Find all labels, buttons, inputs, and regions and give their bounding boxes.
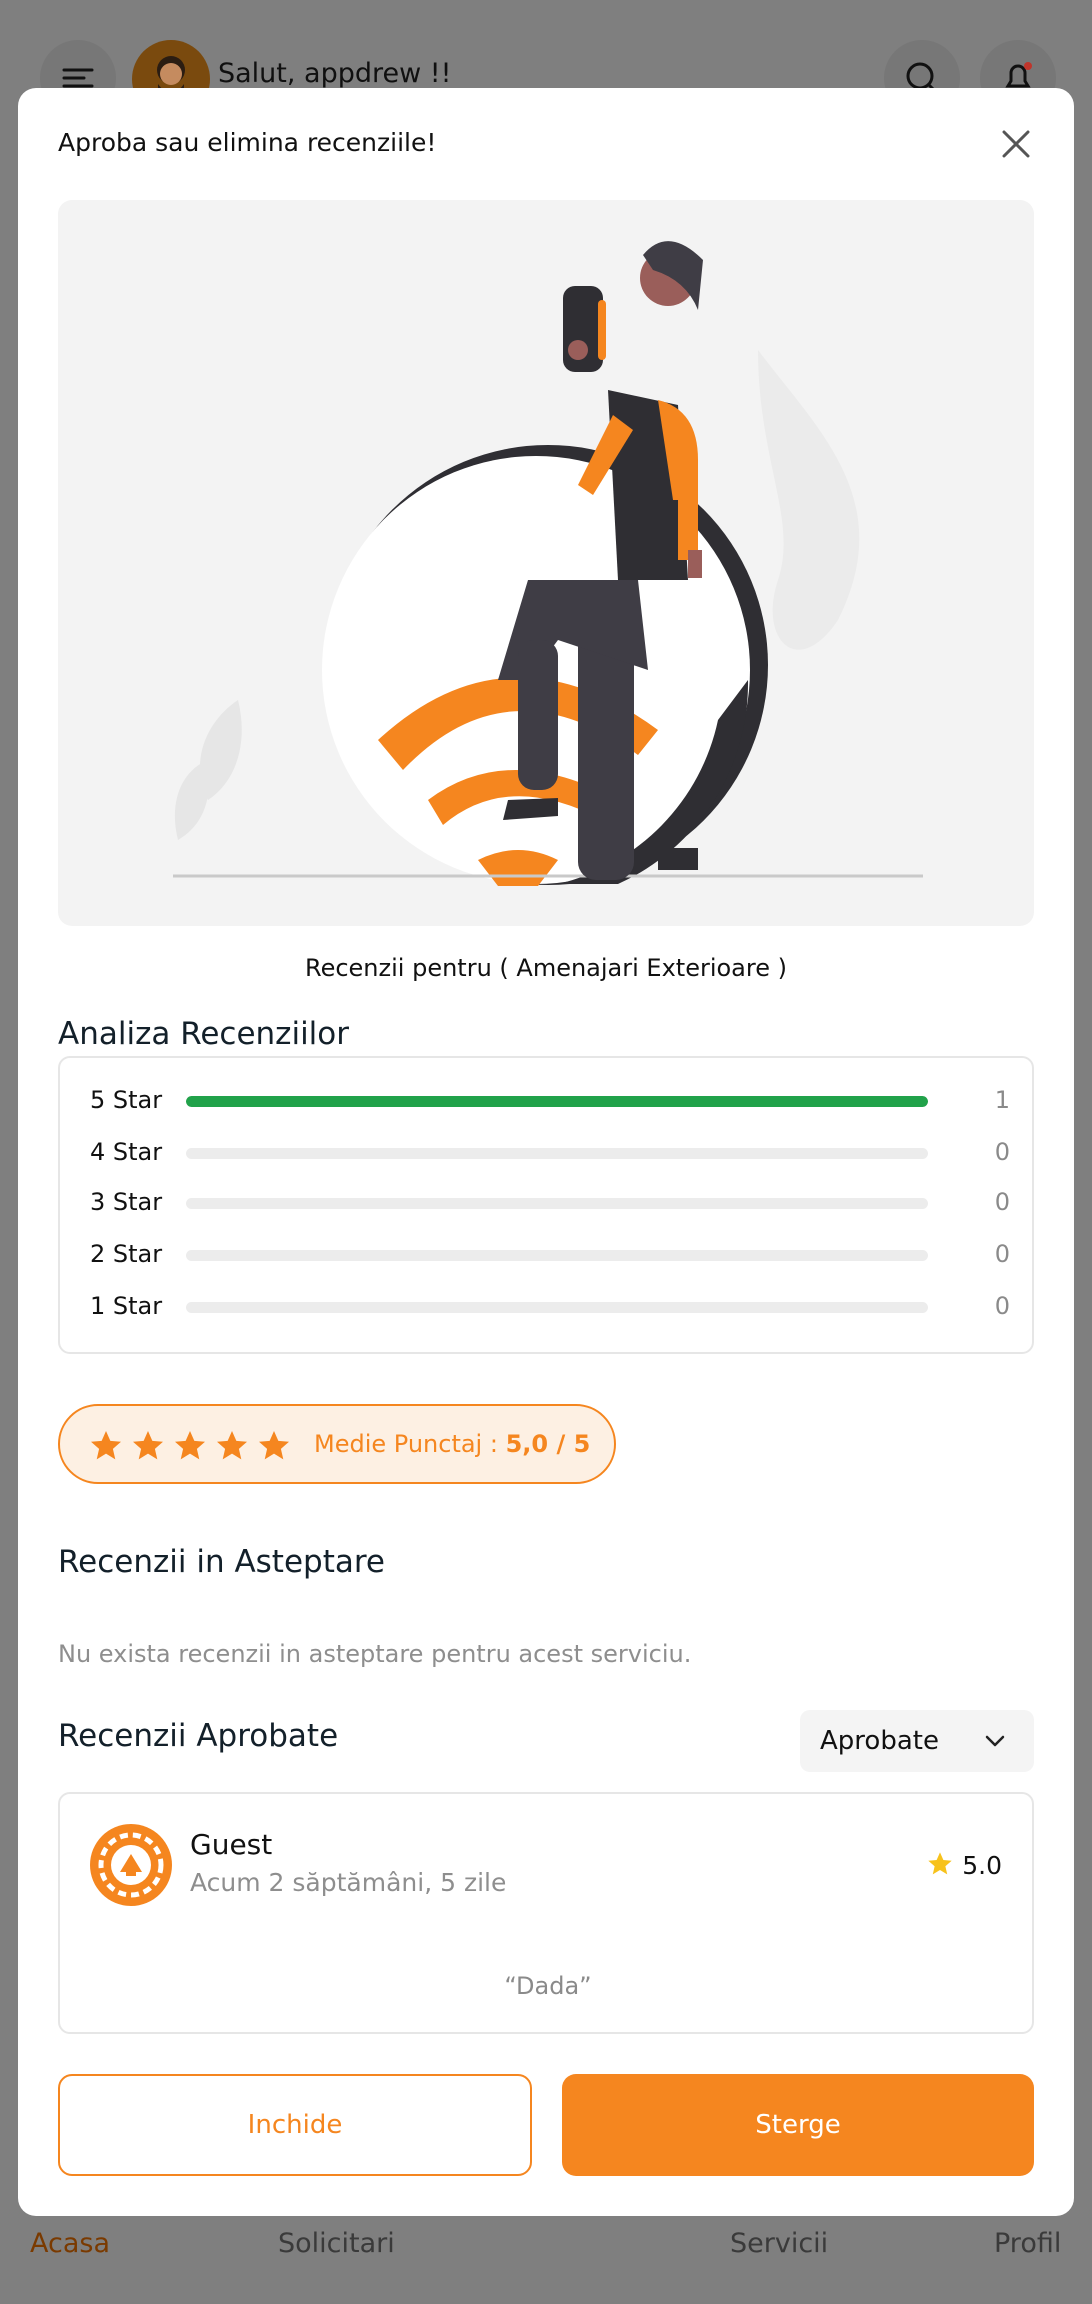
rating-count: 0 — [994, 1188, 1010, 1216]
rating-bar-track — [186, 1096, 928, 1107]
rating-row-3: 3 Star 0 — [90, 1182, 1010, 1222]
rating-count: 0 — [994, 1240, 1010, 1268]
nav-home[interactable]: Acasa — [30, 2228, 110, 2259]
delete-button[interactable]: Sterge — [562, 2074, 1034, 2176]
service-subtitle: Recenzii pentru ( Amenajari Exterioare ) — [304, 954, 787, 982]
pending-empty-text: Nu exista recenzii in asteptare pentru a… — [58, 1640, 692, 1668]
chevron-down-icon — [985, 1735, 1005, 1747]
pending-title: Recenzii in Asteptare — [58, 1544, 385, 1580]
reviews-illustration — [58, 200, 1034, 926]
rating-bar-track — [186, 1250, 928, 1261]
rating-bar-track — [186, 1198, 928, 1209]
close-button[interactable]: Inchide — [58, 2074, 532, 2176]
rating-bar-track — [186, 1302, 928, 1313]
nav-requests[interactable]: Solicitari — [278, 2228, 395, 2259]
rating-count: 1 — [994, 1086, 1010, 1114]
average-stars — [88, 1428, 298, 1468]
review-date: Acum 2 săptămâni, 5 zile — [190, 1868, 507, 1897]
reviewer-avatar — [90, 1824, 172, 1906]
star-icon — [175, 1431, 205, 1460]
nav-profile[interactable]: Profil — [994, 2228, 1061, 2259]
modal-title: Aproba sau elimina recenziile! — [58, 128, 437, 157]
rating-count: 0 — [994, 1138, 1010, 1166]
greeting-text: Salut, appdrew !! — [218, 58, 452, 89]
star-icon — [259, 1431, 289, 1460]
star-icon — [91, 1431, 121, 1460]
rating-label: 1 Star — [90, 1292, 163, 1320]
rating-bar-track — [186, 1148, 928, 1159]
rating-label: 3 Star — [90, 1188, 163, 1216]
rating-label: 4 Star — [90, 1138, 163, 1166]
rating-row-1: 1 Star 0 — [90, 1286, 1010, 1326]
rating-breakdown: 5 Star 1 4 Star 0 3 Star 0 2 Star 0 1 St… — [58, 1056, 1034, 1354]
average-label: Medie Punctaj : — [314, 1430, 506, 1458]
star-icon — [928, 1852, 952, 1875]
average-value: 5,0 / 5 — [505, 1430, 591, 1458]
review-card: Guest Acum 2 săptămâni, 5 zile 5.0 “Dada… — [58, 1792, 1034, 2034]
review-text: “Dada” — [504, 1972, 592, 2000]
review-rating: 5.0 — [926, 1850, 1002, 1880]
rating-row-4: 4 Star 0 — [90, 1132, 1010, 1172]
rating-label: 5 Star — [90, 1086, 163, 1114]
analysis-title: Analiza Recenziilor — [58, 1016, 350, 1052]
average-rating-text: Medie Punctaj : 5,0 / 5 — [314, 1430, 590, 1458]
reviewer-name: Guest — [190, 1828, 273, 1861]
star-icon — [217, 1431, 247, 1460]
review-moderation-modal: Aproba sau elimina recenziile! Recenzii … — [18, 88, 1074, 2216]
rating-label: 2 Star — [90, 1240, 163, 1268]
filter-selected-value: Aprobate — [820, 1726, 939, 1756]
average-rating-pill: Medie Punctaj : 5,0 / 5 — [58, 1404, 616, 1484]
rating-row-2: 2 Star 0 — [90, 1234, 1010, 1274]
close-icon[interactable] — [996, 124, 1036, 164]
rating-count: 0 — [994, 1292, 1010, 1320]
rating-bar-fill — [186, 1096, 928, 1107]
review-filter-dropdown[interactable]: Aprobate — [800, 1710, 1034, 1772]
star-icon — [133, 1431, 163, 1460]
nav-services[interactable]: Servicii — [730, 2228, 828, 2259]
rating-row-5: 5 Star 1 — [90, 1080, 1010, 1120]
approved-title: Recenzii Aprobate — [58, 1718, 339, 1754]
review-rating-value: 5.0 — [962, 1851, 1002, 1880]
